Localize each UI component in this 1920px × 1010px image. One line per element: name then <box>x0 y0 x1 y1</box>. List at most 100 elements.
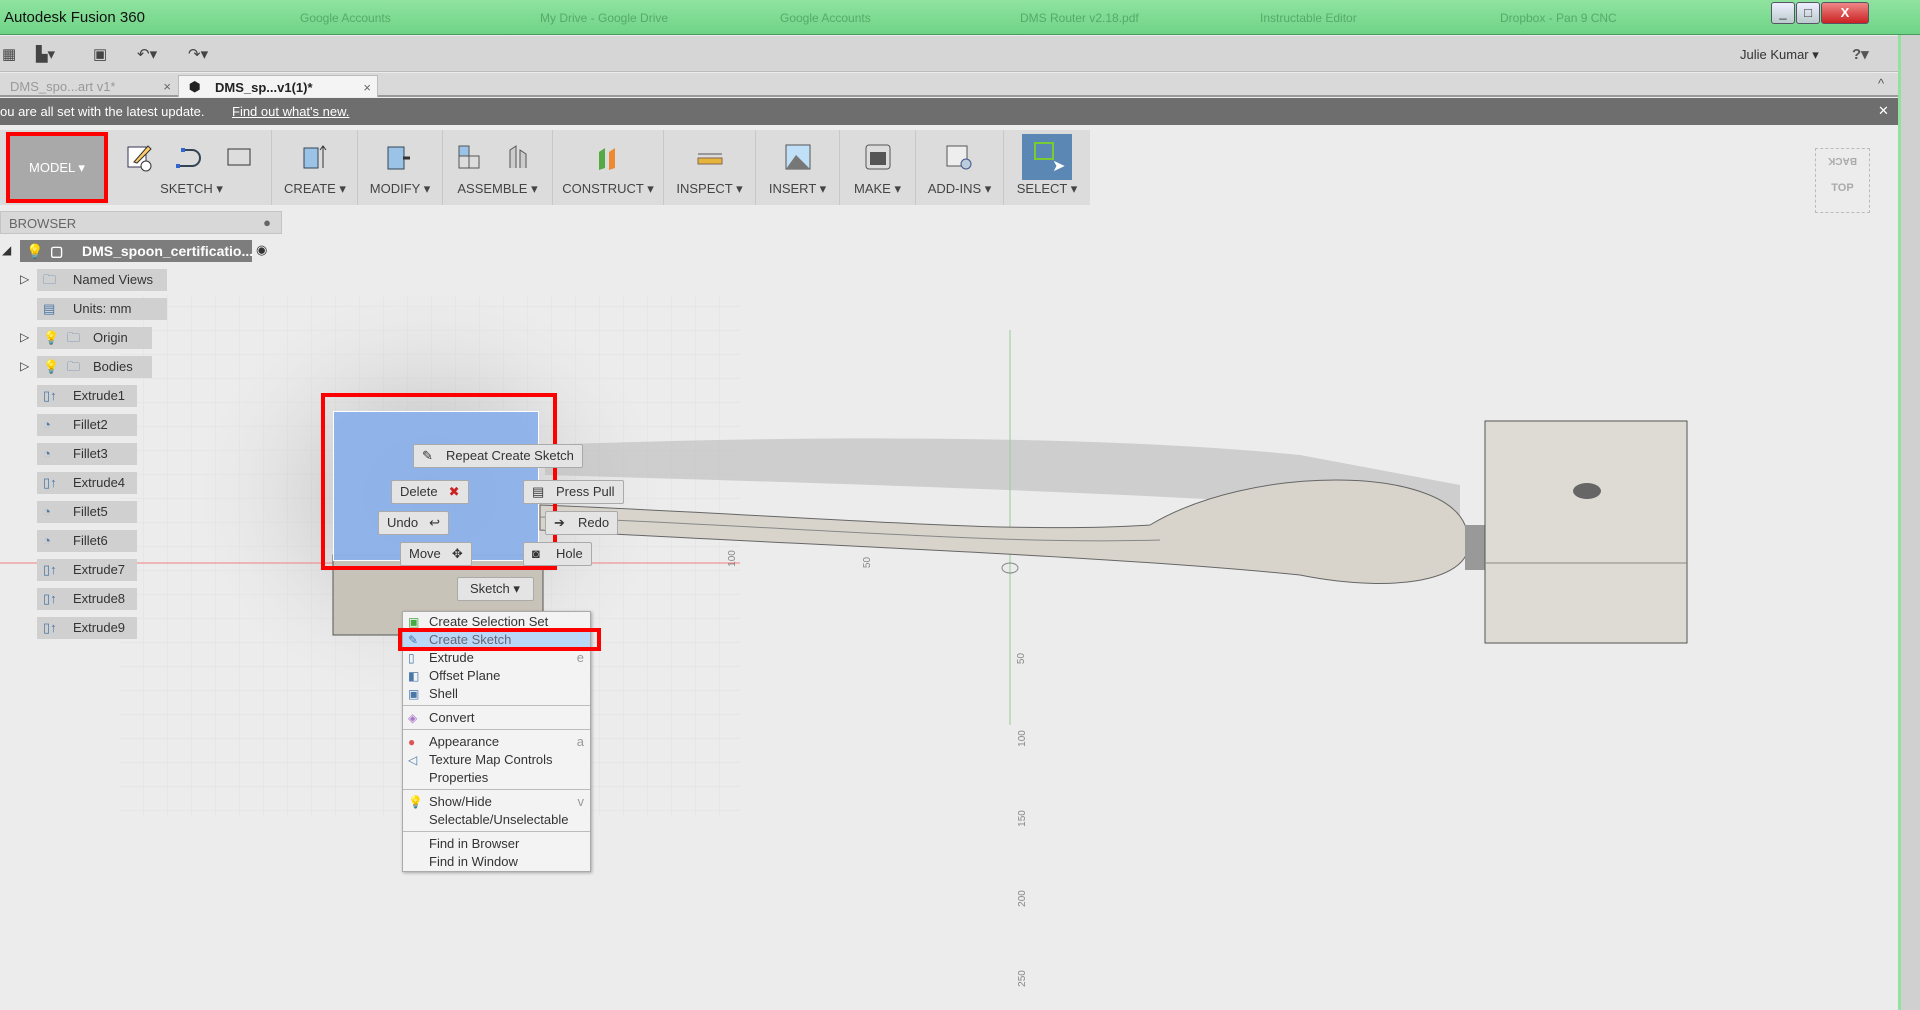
browser-item[interactable]: ◔ Fillet5 <box>37 501 137 523</box>
model-canvas[interactable] <box>0 235 1898 1010</box>
view-cube-back[interactable]: BACK <box>1816 155 1869 166</box>
make-menu[interactable]: MAKE ▾ <box>840 181 915 197</box>
insert-menu[interactable]: INSERT ▾ <box>756 181 839 197</box>
inspect-menu[interactable]: INSPECT ▾ <box>664 181 755 197</box>
browser-item[interactable]: ◔ Fillet2 <box>37 414 137 436</box>
scrollbar[interactable] <box>1898 35 1920 1010</box>
new-component-icon[interactable] <box>455 142 485 172</box>
lightbulb-icon[interactable]: 💡 <box>43 327 59 349</box>
inspect-group[interactable]: INSPECT ▾ <box>664 130 756 205</box>
move-button[interactable]: Move ✥ <box>400 542 472 566</box>
extrude-icon[interactable] <box>298 142 328 172</box>
lightbulb-icon[interactable]: 💡 <box>43 356 59 378</box>
create-menu[interactable]: CREATE ▾ <box>273 181 357 197</box>
browser-item[interactable]: ◔ Fillet3 <box>37 443 137 465</box>
undo-icon[interactable]: ↶▾ <box>137 45 157 63</box>
redo-icon[interactable]: ↷▾ <box>188 45 208 63</box>
browser-item[interactable]: 🗀 Named Views <box>37 269 167 291</box>
context-menu-item[interactable]: Properties <box>403 769 590 787</box>
save-icon[interactable]: ▣ <box>93 45 107 63</box>
browser-item[interactable]: ▯↑ Extrude9 <box>37 617 137 639</box>
close-button[interactable]: X <box>1821 2 1869 24</box>
expand-triangle-icon[interactable]: ▷ <box>20 330 29 344</box>
create-sketch-icon[interactable] <box>124 142 154 172</box>
modify-group[interactable]: MODIFY ▾ <box>358 130 443 205</box>
add-ins-group[interactable]: ADD-INS ▾ <box>916 130 1004 205</box>
undo-button[interactable]: Undo ↩ <box>378 511 450 535</box>
delete-button[interactable]: Delete ✖ <box>391 480 469 504</box>
apps-grid-icon[interactable]: ▦ <box>2 45 16 63</box>
select-menu[interactable]: SELECT ▾ <box>1004 181 1090 197</box>
browser-item[interactable]: 💡 🗀 Bodies <box>37 356 152 378</box>
construct-menu[interactable]: CONSTRUCT ▾ <box>553 181 663 197</box>
repeat-create-sketch-button[interactable]: ✎ Repeat Create Sketch <box>413 444 583 468</box>
context-menu-item[interactable]: ◧ Offset Plane <box>403 667 590 685</box>
context-menu-item[interactable]: ◁ Texture Map Controls <box>403 751 590 769</box>
browser-item[interactable]: ▯↑ Extrude4 <box>37 472 137 494</box>
assemble-group[interactable]: ASSEMBLE ▾ <box>443 130 553 205</box>
select-icon[interactable]: ➤ <box>1022 134 1072 180</box>
view-cube-top[interactable]: TOP <box>1816 182 1869 194</box>
context-menu-item[interactable]: 💡 Show/Hide v <box>403 793 590 811</box>
scripts-icon[interactable] <box>944 142 974 172</box>
browser-item[interactable]: ▯↑ Extrude1 <box>37 385 137 407</box>
construct-group[interactable]: CONSTRUCT ▾ <box>553 130 664 205</box>
press-pull-icon[interactable] <box>383 142 413 172</box>
context-menu-item[interactable]: ● Appearance a <box>403 733 590 751</box>
canvas-viewport[interactable]: 100 50 50 100 150 200 250 <box>0 235 1898 1010</box>
maximize-button[interactable]: □ <box>1796 2 1820 24</box>
collapse-triangle-icon[interactable]: ◢ <box>2 243 11 257</box>
workspace-switcher[interactable]: MODEL ▾ <box>6 132 108 203</box>
add-ins-menu[interactable]: ADD-INS ▾ <box>916 181 1003 197</box>
expand-triangle-icon[interactable]: ▷ <box>20 359 29 373</box>
context-menu-item[interactable]: Selectable/Unselectable <box>403 811 590 829</box>
tab-document-2[interactable]: ⬢ DMS_sp...v1(1)* × <box>178 75 378 97</box>
browser-root-component[interactable]: 💡 ▢ DMS_spoon_certificatio... <box>20 240 253 262</box>
line-icon[interactable] <box>174 142 204 172</box>
context-menu-item[interactable]: Find in Browser <box>403 835 590 853</box>
context-menu-item[interactable]: ▯ Extrude e <box>403 649 590 667</box>
notice-close-icon[interactable]: ✕ <box>1878 103 1889 119</box>
help-icon[interactable]: ?▾ <box>1852 45 1869 63</box>
assemble-menu[interactable]: ASSEMBLE ▾ <box>443 181 552 197</box>
browser-item[interactable]: 💡 🗀 Origin <box>37 327 152 349</box>
rectangle-icon[interactable] <box>224 142 254 172</box>
whats-new-link[interactable]: Find out what's new. <box>232 104 349 119</box>
measure-icon[interactable] <box>695 142 725 172</box>
hole-button[interactable]: ◙ Hole <box>523 542 592 566</box>
joint-icon[interactable] <box>505 142 535 172</box>
context-menu-item[interactable]: ◈ Convert <box>403 709 590 727</box>
make-group[interactable]: MAKE ▾ <box>840 130 916 205</box>
view-cube[interactable]: BACK TOP <box>1815 148 1870 213</box>
browser-item[interactable]: ▯↑ Extrude8 <box>37 588 137 610</box>
redo-button[interactable]: ➔ Redo <box>545 511 619 535</box>
sketch-dropdown-button[interactable]: Sketch ▾ <box>457 577 534 601</box>
sketch-group[interactable]: SKETCH ▾ <box>112 130 272 205</box>
3d-print-icon[interactable] <box>863 142 893 172</box>
browser-item[interactable]: ▯↑ Extrude7 <box>37 559 137 581</box>
context-menu-item[interactable]: ▣ Shell <box>403 685 590 703</box>
tab-document-1[interactable]: DMS_spo...art v1* × <box>0 75 177 97</box>
offset-plane-icon[interactable] <box>593 142 623 172</box>
modify-menu[interactable]: MODIFY ▾ <box>358 181 442 197</box>
insert-image-icon[interactable] <box>783 142 813 172</box>
user-menu[interactable]: Julie Kumar ▾ <box>1740 47 1819 63</box>
lightbulb-icon[interactable]: 💡 <box>26 240 43 262</box>
sketch-menu[interactable]: SKETCH ▾ <box>112 181 271 197</box>
minimize-button[interactable]: _ <box>1771 2 1795 24</box>
context-menu-item[interactable]: Find in Window <box>403 853 590 871</box>
tab-close-icon[interactable]: × <box>163 79 171 94</box>
browser-item[interactable]: ◔ Fillet6 <box>37 530 137 552</box>
file-menu-icon[interactable]: ▙▾ <box>36 45 55 63</box>
select-group[interactable]: ➤ SELECT ▾ <box>1004 130 1090 205</box>
browser-item[interactable]: ▤ Units: mm <box>37 298 167 320</box>
press-pull-button[interactable]: ▤ Press Pull <box>523 480 624 504</box>
holder-block[interactable] <box>1484 420 1688 644</box>
tab-close-icon[interactable]: × <box>363 80 371 95</box>
create-group[interactable]: CREATE ▾ <box>273 130 358 205</box>
insert-group[interactable]: INSERT ▾ <box>756 130 840 205</box>
expand-triangle-icon[interactable]: ▷ <box>20 272 29 286</box>
activate-radio-icon[interactable]: ◉ <box>256 242 267 258</box>
collapse-icon[interactable]: ^ <box>1878 76 1884 91</box>
collapse-browser-icon[interactable]: ● <box>263 215 271 230</box>
